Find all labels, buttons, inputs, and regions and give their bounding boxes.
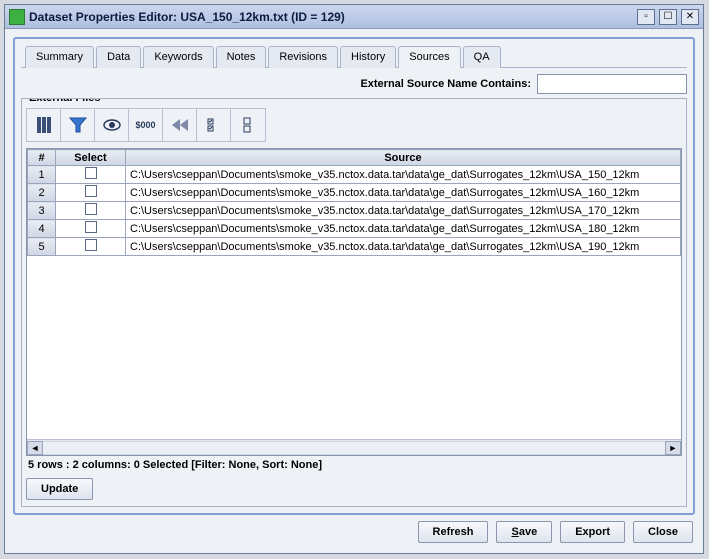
body-area: Summary Data Keywords Notes Revisions Hi… <box>5 29 703 553</box>
row-select-checkbox[interactable] <box>85 203 97 215</box>
refresh-button[interactable]: Refresh <box>418 521 489 543</box>
external-files-table-wrap: # Select Source 1 C:\Users\cseppan\Docum… <box>26 148 682 456</box>
main-panel: Summary Data Keywords Notes Revisions Hi… <box>13 37 695 515</box>
maximize-button[interactable]: ☐ <box>659 9 677 25</box>
row-source: C:\Users\cseppan\Documents\smoke_v35.nct… <box>126 238 681 256</box>
tab-history[interactable]: History <box>340 46 396 68</box>
table-empty-area <box>27 256 681 439</box>
page-options-button[interactable] <box>197 109 231 141</box>
checklist-icon <box>204 115 224 135</box>
column-header-select[interactable]: Select <box>56 150 126 166</box>
table-body: 1 C:\Users\cseppan\Documents\smoke_v35.n… <box>28 166 681 256</box>
funnel-icon <box>68 115 88 135</box>
tab-revisions[interactable]: Revisions <box>268 46 338 68</box>
row-number: 4 <box>28 220 56 238</box>
row-source: C:\Users\cseppan\Documents\smoke_v35.nct… <box>126 220 681 238</box>
table-row[interactable]: 2 C:\Users\cseppan\Documents\smoke_v35.n… <box>28 184 681 202</box>
export-button[interactable]: Export <box>560 521 625 543</box>
row-source: C:\Users\cseppan\Documents\smoke_v35.nct… <box>126 202 681 220</box>
tab-keywords[interactable]: Keywords <box>143 46 213 68</box>
external-source-filter-label: External Source Name Contains: <box>360 78 531 90</box>
row-select-checkbox[interactable] <box>85 239 97 251</box>
first-page-button[interactable] <box>163 109 197 141</box>
close-button[interactable]: Close <box>633 521 693 543</box>
tab-qa[interactable]: QA <box>463 46 501 68</box>
empty-boxes-icon <box>238 115 258 135</box>
external-source-filter-input[interactable] <box>537 74 687 94</box>
row-select-checkbox[interactable] <box>85 167 97 179</box>
minimize-button[interactable]: ▫ <box>637 9 655 25</box>
tab-summary[interactable]: Summary <box>25 46 94 68</box>
save-button[interactable]: Save <box>496 521 552 543</box>
column-header-source[interactable]: Source <box>126 150 681 166</box>
row-number: 1 <box>28 166 56 184</box>
horizontal-scrollbar[interactable]: ◄ ► <box>27 439 681 455</box>
view-button[interactable] <box>95 109 129 141</box>
dialog-button-row: Refresh Save Export Close <box>13 515 695 545</box>
row-select-checkbox[interactable] <box>85 221 97 233</box>
table-row[interactable]: 4 C:\Users\cseppan\Documents\smoke_v35.n… <box>28 220 681 238</box>
tab-sources[interactable]: Sources <box>398 46 460 68</box>
titlebar: Dataset Properties Editor: USA_150_12km.… <box>5 5 703 29</box>
table-row[interactable]: 3 C:\Users\cseppan\Documents\smoke_v35.n… <box>28 202 681 220</box>
external-files-fieldset: External Files $000 <box>21 98 687 507</box>
scroll-right-arrow[interactable]: ► <box>665 441 681 455</box>
close-window-button[interactable]: ✕ <box>681 9 699 25</box>
scroll-left-arrow[interactable]: ◄ <box>27 441 43 455</box>
scroll-track[interactable] <box>43 441 665 455</box>
table-row[interactable]: 1 C:\Users\cseppan\Documents\smoke_v35.n… <box>28 166 681 184</box>
row-number: 5 <box>28 238 56 256</box>
row-number: 2 <box>28 184 56 202</box>
format-button[interactable]: $000 <box>129 109 163 141</box>
table-toolbar: $000 <box>26 108 266 142</box>
eye-icon <box>102 115 122 135</box>
select-all-button[interactable] <box>27 109 61 141</box>
table-status: 5 rows : 2 columns: 0 Selected [Filter: … <box>26 456 682 474</box>
external-files-label: External Files <box>26 98 104 104</box>
window-title: Dataset Properties Editor: USA_150_12km.… <box>29 10 633 24</box>
tab-data[interactable]: Data <box>96 46 141 68</box>
update-button[interactable]: Update <box>26 478 93 500</box>
table-row[interactable]: 5 C:\Users\cseppan\Documents\smoke_v35.n… <box>28 238 681 256</box>
format-icon: $000 <box>135 120 155 130</box>
row-number: 3 <box>28 202 56 220</box>
app-icon <box>9 9 25 25</box>
tab-notes[interactable]: Notes <box>216 46 267 68</box>
clear-selection-button[interactable] <box>231 109 265 141</box>
row-select-checkbox[interactable] <box>85 185 97 197</box>
filter-button[interactable] <box>61 109 95 141</box>
dataset-properties-window: Dataset Properties Editor: USA_150_12km.… <box>4 4 704 554</box>
row-source: C:\Users\cseppan\Documents\smoke_v35.nct… <box>126 184 681 202</box>
columns-icon <box>34 115 54 135</box>
external-files-table: # Select Source 1 C:\Users\cseppan\Docum… <box>27 149 681 256</box>
tabs-row: Summary Data Keywords Notes Revisions Hi… <box>21 45 687 68</box>
row-source: C:\Users\cseppan\Documents\smoke_v35.nct… <box>126 166 681 184</box>
filter-row: External Source Name Contains: <box>21 74 687 94</box>
rewind-icon <box>170 115 190 135</box>
column-header-number[interactable]: # <box>28 150 56 166</box>
